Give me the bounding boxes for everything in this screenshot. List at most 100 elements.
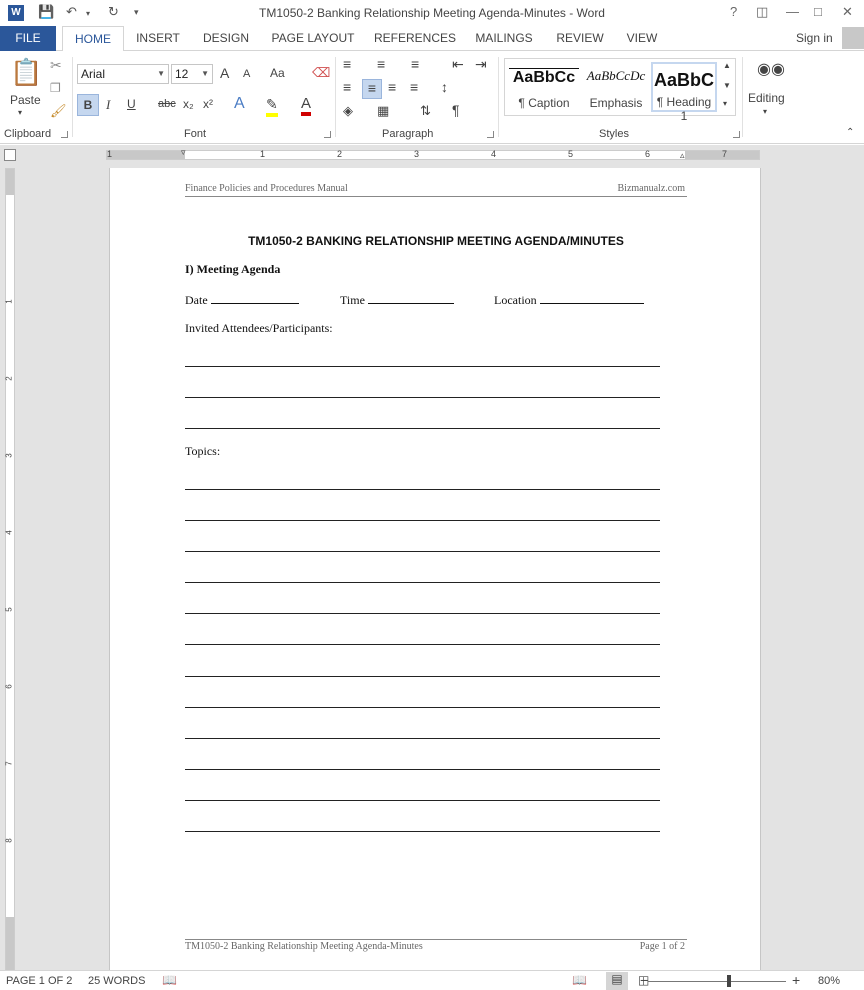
- tab-insert[interactable]: INSERT: [134, 26, 182, 51]
- borders-icon[interactable]: ▦: [377, 103, 389, 119]
- show-formatting-button[interactable]: ¶: [452, 102, 460, 118]
- zoom-slider-thumb[interactable]: [727, 975, 731, 987]
- help-icon[interactable]: ?: [730, 4, 737, 19]
- shading-icon[interactable]: ◈: [343, 103, 353, 119]
- superscript-button[interactable]: x²: [203, 97, 213, 111]
- topic-line[interactable]: [185, 613, 660, 614]
- tab-mailings[interactable]: MAILINGS: [470, 26, 538, 51]
- horizontal-ruler[interactable]: 1 1 2 3 4 5 6 7 ▿ ▵: [106, 147, 760, 161]
- topic-line[interactable]: [185, 644, 660, 645]
- multilevel-list-icon[interactable]: ≡: [411, 56, 419, 72]
- topic-line[interactable]: [185, 582, 660, 583]
- topic-line[interactable]: [185, 800, 660, 801]
- print-layout-icon[interactable]: ▤: [606, 972, 628, 990]
- tab-selector-icon[interactable]: [4, 149, 16, 161]
- highlight-icon[interactable]: ✎: [266, 96, 278, 117]
- minimize-icon[interactable]: —: [786, 4, 799, 19]
- close-icon[interactable]: ✕: [842, 4, 853, 20]
- zoom-out-button[interactable]: −: [640, 972, 648, 988]
- topic-line[interactable]: [185, 551, 660, 552]
- grow-font-button[interactable]: A: [220, 65, 229, 81]
- copy-icon[interactable]: ❐: [50, 81, 61, 95]
- read-mode-icon[interactable]: 📖: [572, 973, 587, 987]
- line-spacing-icon[interactable]: ↕: [441, 79, 448, 95]
- style-heading-1[interactable]: AaBbC ¶ Heading 1: [651, 62, 717, 123]
- tab-design[interactable]: DESIGN: [200, 26, 252, 51]
- paragraph-launcher-icon[interactable]: [487, 131, 494, 138]
- tab-review[interactable]: REVIEW: [554, 26, 606, 51]
- document-page[interactable]: Finance Policies and Procedures Manual B…: [109, 168, 761, 970]
- topic-line[interactable]: [185, 676, 660, 677]
- bullets-icon[interactable]: ≡: [343, 56, 351, 72]
- format-painter-icon[interactable]: 🖌: [50, 103, 67, 119]
- align-left-icon[interactable]: ≡: [343, 79, 351, 95]
- tab-page-layout[interactable]: PAGE LAYOUT: [268, 26, 358, 51]
- proofing-icon[interactable]: 📖: [162, 973, 177, 987]
- styles-launcher-icon[interactable]: [733, 131, 740, 138]
- word-count-status[interactable]: 25 WORDS: [88, 975, 145, 987]
- cut-icon[interactable]: ✂: [50, 57, 62, 74]
- attendee-line[interactable]: [185, 428, 660, 429]
- paste-dropdown-icon[interactable]: ▾: [18, 108, 22, 117]
- editing-dropdown-icon[interactable]: ▾: [763, 107, 767, 116]
- topic-line[interactable]: [185, 769, 660, 770]
- time-field[interactable]: Time: [340, 292, 454, 308]
- italic-button[interactable]: I: [106, 97, 110, 113]
- maximize-icon[interactable]: □: [814, 4, 822, 19]
- underline-button[interactable]: U: [127, 97, 136, 111]
- styles-scroll-up-icon[interactable]: ▲: [723, 61, 731, 70]
- zoom-in-button[interactable]: +: [792, 972, 800, 988]
- numbering-icon[interactable]: ≡: [377, 56, 385, 72]
- editing-button[interactable]: Editing: [748, 91, 785, 105]
- clear-formatting-icon[interactable]: ⌫: [312, 65, 330, 81]
- tab-home[interactable]: HOME: [62, 26, 124, 52]
- bold-button[interactable]: B: [77, 94, 99, 116]
- style-emphasis[interactable]: AaBbCcDc Emphasis: [581, 62, 651, 112]
- paste-icon[interactable]: 📋: [10, 57, 42, 88]
- style-caption[interactable]: AaBbCc ¶ Caption: [509, 62, 579, 112]
- styles-more-icon[interactable]: ▾: [723, 99, 727, 108]
- avatar[interactable]: [842, 27, 864, 49]
- justify-icon[interactable]: ≡: [410, 79, 418, 95]
- topic-line[interactable]: [185, 707, 660, 708]
- zoom-level[interactable]: 80%: [818, 975, 840, 987]
- font-launcher-icon[interactable]: [324, 131, 331, 138]
- font-name-combo[interactable]: Arial ▼: [77, 64, 169, 84]
- location-field[interactable]: Location: [494, 292, 644, 308]
- tab-references[interactable]: REFERENCES: [374, 26, 456, 51]
- styles-scroll-down-icon[interactable]: ▼: [723, 81, 731, 90]
- tab-view[interactable]: VIEW: [622, 26, 662, 51]
- subscript-button[interactable]: x₂: [183, 97, 194, 111]
- find-binoculars-icon[interactable]: ◉◉: [757, 59, 785, 79]
- page-count-status[interactable]: PAGE 1 OF 2: [6, 975, 72, 987]
- topic-line[interactable]: [185, 489, 660, 490]
- tab-file[interactable]: FILE: [0, 26, 56, 51]
- topic-line[interactable]: [185, 738, 660, 739]
- chevron-down-icon[interactable]: ▼: [157, 65, 165, 83]
- topic-line[interactable]: [185, 520, 660, 521]
- clipboard-launcher-icon[interactable]: [61, 131, 68, 138]
- ribbon-display-icon[interactable]: ◫: [756, 4, 768, 20]
- date-field[interactable]: Date: [185, 292, 299, 308]
- topic-line[interactable]: [185, 831, 660, 832]
- right-indent-marker-icon[interactable]: ▵: [680, 150, 685, 161]
- font-size-combo[interactable]: 12 ▼: [171, 64, 213, 84]
- paste-button[interactable]: Paste: [10, 93, 41, 107]
- decrease-indent-icon[interactable]: ⇤: [452, 56, 464, 73]
- attendee-line[interactable]: [185, 366, 660, 367]
- attendee-line[interactable]: [185, 397, 660, 398]
- strikethrough-button[interactable]: abc: [158, 98, 176, 110]
- shrink-font-button[interactable]: A: [243, 68, 250, 80]
- align-right-icon[interactable]: ≡: [388, 79, 396, 95]
- increase-indent-icon[interactable]: ⇥: [475, 56, 487, 73]
- align-center-icon[interactable]: ≡: [362, 79, 382, 99]
- indent-marker-icon[interactable]: ▿: [181, 147, 186, 158]
- collapse-ribbon-icon[interactable]: ⌃: [846, 127, 854, 138]
- chevron-down-icon[interactable]: ▼: [201, 65, 209, 83]
- change-case-button[interactable]: Aa: [270, 66, 285, 80]
- text-effects-button[interactable]: A: [234, 95, 245, 113]
- sort-icon[interactable]: ⇅: [420, 103, 431, 119]
- vertical-ruler[interactable]: 1 2 3 4 5 6 7 8: [5, 168, 15, 971]
- zoom-slider[interactable]: [648, 981, 786, 982]
- font-color-button[interactable]: A: [301, 95, 312, 116]
